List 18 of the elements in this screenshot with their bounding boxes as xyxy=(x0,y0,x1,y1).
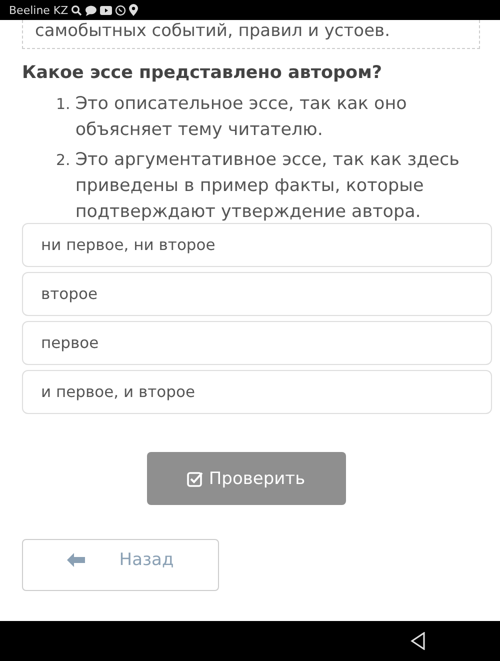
passage-text: самобытных событий, правил и устоев. xyxy=(35,20,391,42)
arrow-left-icon xyxy=(67,553,86,567)
video-icon xyxy=(100,6,112,14)
search-icon xyxy=(71,4,82,16)
answer-option[interactable]: и первое, и второе xyxy=(22,370,492,414)
back-nav-icon[interactable] xyxy=(410,632,426,650)
answer-option[interactable]: первое xyxy=(22,321,492,365)
chat-icon xyxy=(85,4,98,16)
location-pin-icon xyxy=(129,4,138,16)
answer-option[interactable]: ни первое, ни второе xyxy=(22,223,492,267)
carrier-name: Beeline KZ xyxy=(9,4,68,16)
statement-number: 2. xyxy=(56,150,70,171)
answer-option[interactable]: второе xyxy=(22,272,492,316)
statement-text: Это аргументативное эссе, так как здесь приведены в пример факты, которые подтверждают утверждение автора. xyxy=(75,149,460,224)
statement-text: Это описательное эссе, так как оно объясняет тему читателю. xyxy=(75,93,408,142)
statement-number: 1. xyxy=(56,94,70,115)
checkbox-icon xyxy=(186,470,203,486)
question-title: Какое эссе представлено автором? xyxy=(22,63,384,83)
